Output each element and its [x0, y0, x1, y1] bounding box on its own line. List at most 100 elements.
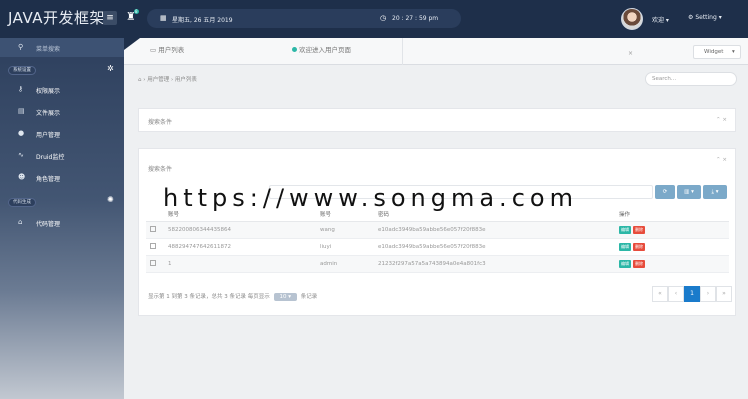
table-header — [146, 207, 164, 222]
sidebar-item-roles[interactable]: ☻ 角色管理 — [0, 168, 124, 188]
tab-label: 用户列表 — [158, 46, 185, 54]
cell-account: liuyi — [316, 238, 374, 256]
chevron-down-icon: ▾ — [732, 49, 735, 55]
page-button[interactable]: 1 — [684, 286, 700, 302]
pagination-info-suffix: 条记录 — [300, 294, 318, 300]
sidebar-search-label: 菜单搜索 — [36, 46, 61, 53]
panel-tools[interactable]: ⌃ × — [716, 157, 727, 163]
cell-id: 488294747642611872 — [164, 238, 316, 256]
columns-button[interactable]: ▥ ▾ — [677, 185, 701, 199]
table-row[interactable]: 488294747642611872 liuyi e10adc3949ba59a… — [146, 238, 729, 256]
search-input[interactable]: Search... — [645, 72, 737, 86]
clock-icon: ◷ — [380, 14, 387, 22]
gear-icon[interactable]: ✲ — [107, 64, 114, 73]
user-icon: ● — [18, 129, 25, 137]
notification-badge: 8 — [134, 9, 139, 14]
tab-label: 欢迎进入用户页面 — [299, 46, 351, 54]
users-icon: ☻ — [18, 173, 26, 181]
panel-title: 搜索条件 — [148, 119, 173, 126]
watermark-text: https://www.songma.com — [163, 184, 578, 212]
cell-password: e10adc3949ba59abbe56e057f20f883e — [374, 238, 615, 256]
edit-button[interactable]: 编辑 — [619, 242, 631, 251]
user-table: 账号 账号 密码 操作 582200806344435864 wang e10a… — [146, 207, 729, 273]
cell-password: 21232f297a57a5a743894a0e4a801fc3 — [374, 255, 615, 273]
table-header: 操作 — [615, 207, 729, 222]
edit-button[interactable]: 编辑 — [619, 225, 631, 234]
sidebar-item-druid[interactable]: ∿ Druid监控 — [0, 146, 124, 166]
last-page-button[interactable]: » — [716, 286, 732, 302]
user-list-panel: 搜索条件 ⌃ × ⟳ ▥ ▾ ⤓ ▾ 账号 账号 密码 操作 582200806… — [138, 148, 736, 316]
sidebar-item-users[interactable]: ● 用户管理 — [0, 124, 124, 144]
current-date: 星期五, 26 五月 2019 — [172, 17, 233, 24]
widget-label: Widget — [704, 49, 724, 55]
close-icon[interactable]: × — [628, 50, 633, 57]
rebel-icon[interactable]: ✺ — [107, 195, 114, 204]
table-row[interactable]: 1 admin 21232f297a57a5a743894a0e4a801fc3… — [146, 255, 729, 273]
panel-tools[interactable]: ⌃ × — [716, 117, 727, 123]
tab-user-list[interactable]: ▭ 用户列表 — [150, 44, 184, 59]
search-panel-collapsed: 搜索条件 ⌃ × — [138, 108, 736, 132]
sidebar-item-label: 用户管理 — [36, 132, 61, 139]
first-page-button[interactable]: « — [652, 286, 668, 302]
tab-welcome[interactable]: 欢迎进入用户页面 — [292, 44, 351, 59]
tab-strip-fold — [124, 38, 140, 50]
sidebar-item-label: Druid监控 — [36, 154, 65, 161]
next-page-button[interactable]: › — [700, 286, 716, 302]
file-icon: ▤ — [18, 107, 25, 115]
status-dot-icon — [292, 47, 297, 52]
row-checkbox[interactable] — [150, 259, 156, 266]
row-checkbox[interactable] — [150, 242, 156, 249]
sidebar-item-label: 代码管理 — [36, 221, 61, 228]
delete-button[interactable]: 删除 — [633, 225, 645, 234]
date-time-bar: ▦ 星期五, 26 五月 2019 ◷ 20 : 27 : 59 pm — [147, 9, 461, 28]
table-row[interactable]: 582200806344435864 wang e10adc3949ba59ab… — [146, 221, 729, 239]
pagination-info: 显示第 1 到第 3 条记录，总共 3 条记录 每页显示 10 ▾ 条记录 — [148, 292, 317, 301]
cell-account: wang — [316, 221, 374, 239]
sidebar: ⚲ 菜单搜索 系统设置 ✲ ⚷ 权限展示 ▤ 文件展示 ● 用户管理 ∿ Dru… — [0, 38, 124, 399]
calendar-icon: ▦ — [160, 14, 167, 22]
page-size-select[interactable]: 10 ▾ — [273, 293, 298, 301]
cell-id: 1 — [164, 255, 316, 273]
panel-title: 搜索条件 — [148, 166, 173, 173]
group-tag-system: 系统设置 — [8, 66, 36, 75]
sidebar-item-label: 文件展示 — [36, 110, 61, 117]
welcome-dropdown[interactable]: 欢迎 ▾ — [652, 15, 669, 24]
sidebar-item-files[interactable]: ▤ 文件展示 — [0, 102, 124, 122]
tab-icon: ▭ — [150, 46, 159, 54]
top-bar: JAVA开发框架 ≡ ♜ 8 ▦ 星期五, 26 五月 2019 ◷ 20 : 2… — [0, 0, 748, 38]
key-icon: ⚷ — [18, 85, 24, 93]
sidebar-item-label: 角色管理 — [36, 176, 61, 183]
notification-bell-icon[interactable]: ♜ 8 — [126, 9, 140, 26]
cell-password: e10adc3949ba59abbe56e057f20f883e — [374, 221, 615, 239]
widget-dropdown[interactable]: Widget ▾ — [693, 45, 741, 59]
cell-id: 582200806344435864 — [164, 221, 316, 239]
group-tag-codegen: 代码生成 — [8, 198, 36, 207]
prev-page-button[interactable]: ‹ — [668, 286, 684, 302]
gear-icon: ⚙ — [688, 14, 694, 21]
settings-label: Setting ▾ — [695, 14, 722, 21]
export-button[interactable]: ⤓ ▾ — [703, 185, 727, 199]
breadcrumb-text[interactable]: › 用户管理 › 用户列表 — [143, 77, 197, 83]
breadcrumb: ⌂ › 用户管理 › 用户列表 — [138, 75, 197, 83]
edit-button[interactable]: 编辑 — [619, 259, 631, 268]
row-checkbox[interactable] — [150, 225, 156, 232]
user-avatar[interactable] — [621, 8, 643, 30]
sidebar-search[interactable]: ⚲ 菜单搜索 — [0, 38, 124, 57]
chart-icon: ∿ — [18, 151, 24, 159]
sidebar-item-label: 权限展示 — [36, 88, 61, 95]
home-icon: ⌂ — [18, 218, 23, 226]
delete-button[interactable]: 删除 — [633, 259, 645, 268]
search-icon: ⚲ — [18, 43, 24, 51]
tab-divider — [402, 38, 403, 65]
tab-strip: ▭ 用户列表 欢迎进入用户页面 × Widget ▾ — [124, 38, 748, 65]
cell-account: admin — [316, 255, 374, 273]
current-time: 20 : 27 : 59 pm — [392, 15, 439, 22]
pagination-info-prefix: 显示第 1 到第 3 条记录，总共 3 条记录 每页显示 — [148, 294, 270, 300]
refresh-button[interactable]: ⟳ — [655, 185, 675, 199]
delete-button[interactable]: 删除 — [633, 242, 645, 251]
sidebar-item-code[interactable]: ⌂ 代码管理 — [0, 213, 124, 233]
app-logo[interactable]: JAVA开发框架 — [8, 7, 105, 28]
menu-toggle-button[interactable]: ≡ — [103, 11, 117, 25]
sidebar-item-permissions[interactable]: ⚷ 权限展示 — [0, 80, 124, 100]
settings-dropdown[interactable]: ⚙ Setting ▾ — [688, 14, 722, 21]
